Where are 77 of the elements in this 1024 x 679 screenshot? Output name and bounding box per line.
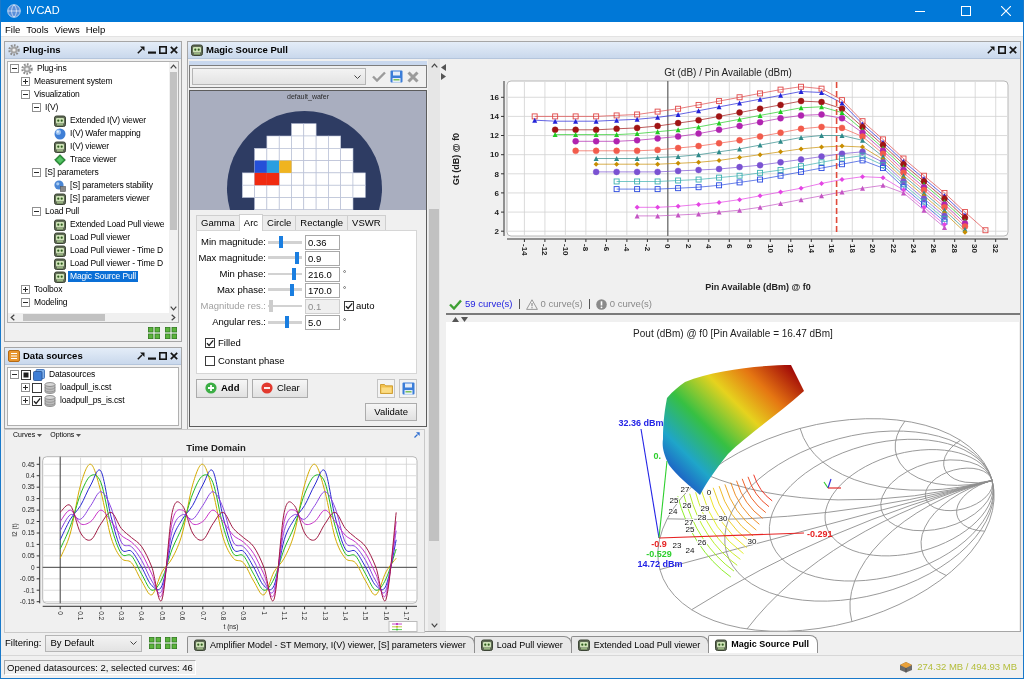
contour-label: 30 bbox=[718, 514, 728, 523]
contour-label: 24 bbox=[668, 507, 678, 516]
tick-label: 14 bbox=[806, 244, 816, 253]
field-label: Min magnitude: bbox=[200, 236, 266, 248]
tick-label: 18 bbox=[847, 244, 857, 253]
tick-label: -2 bbox=[642, 244, 652, 252]
field-label: Max magnitude: bbox=[197, 252, 266, 264]
field-label: Angular res.: bbox=[211, 316, 266, 328]
tick-label: -14 bbox=[519, 244, 529, 256]
contour-label: 25 bbox=[685, 525, 695, 534]
memory-usage: 274.32 MB / 494.93 MB bbox=[917, 661, 1017, 673]
axis-value-label: -0.9 bbox=[651, 539, 667, 549]
axis-value-label: 0. bbox=[653, 451, 661, 461]
tick-label: 4 bbox=[704, 244, 713, 249]
tick-label: 4 bbox=[494, 207, 499, 217]
tick-label: 12 bbox=[786, 244, 795, 253]
axis-value-label: 32.36 dBm bbox=[618, 418, 664, 428]
axis-value-label: -0.291 bbox=[807, 529, 833, 539]
tick-label: 28 bbox=[949, 244, 959, 253]
contour-label: 27 bbox=[684, 518, 694, 527]
status-message: Opened datasources: 2, selected curves: 46 bbox=[4, 659, 196, 675]
contour-label: 30 bbox=[747, 537, 757, 546]
axis-value-label: 14.72 dBm bbox=[637, 559, 683, 569]
field-label: Max phase: bbox=[215, 284, 266, 296]
tick-label: 0 bbox=[663, 244, 673, 249]
tick-label: 6 bbox=[494, 188, 499, 198]
checkbox-label: auto bbox=[356, 300, 375, 312]
contour-label: 23 bbox=[672, 541, 682, 550]
contour-label: 24 bbox=[685, 546, 695, 555]
field-label: Min phase: bbox=[218, 268, 266, 280]
tick-label: 30 bbox=[970, 244, 980, 253]
tick-label: 26 bbox=[929, 244, 939, 253]
tick-label: 16 bbox=[490, 93, 499, 103]
contour-label: 28 bbox=[697, 513, 707, 522]
tick-label: 16 bbox=[827, 244, 836, 253]
chart-title: Time Domain bbox=[186, 442, 246, 453]
tick-label: 20 bbox=[868, 244, 877, 253]
panel-title: Plug-ins bbox=[23, 44, 62, 56]
tick-label: -6 bbox=[601, 244, 611, 252]
tick-label: 10 bbox=[490, 150, 499, 160]
contour-label: 29 bbox=[700, 504, 710, 513]
axis-value-label: -0.529 bbox=[646, 549, 672, 559]
tick-label: 14 bbox=[490, 112, 499, 122]
axis-title: Pin Available (dBm) @ f0 bbox=[705, 282, 811, 292]
tick-label: 10 bbox=[765, 244, 775, 253]
unit-label: ° bbox=[343, 285, 347, 295]
checkbox-label: Filled bbox=[218, 337, 241, 349]
filter-label: Filtering: bbox=[5, 637, 42, 649]
tick-label: 24 bbox=[908, 244, 918, 253]
unit-label: ° bbox=[343, 269, 347, 279]
contour-label: 27 bbox=[680, 485, 690, 494]
tick-label: -8 bbox=[581, 244, 591, 252]
tick-label: -10 bbox=[560, 244, 570, 256]
tick-label: 2 bbox=[683, 244, 693, 249]
contour-label: 26 bbox=[682, 501, 692, 510]
contour-label: 25 bbox=[669, 496, 679, 505]
window-title: IVCAD bbox=[26, 4, 60, 18]
panel-title: Magic Source Pull bbox=[206, 44, 289, 56]
axis-title: Gt (dB) @ f0 bbox=[451, 132, 461, 186]
checkbox-label: Constant phase bbox=[218, 355, 285, 367]
tick-label: 32 bbox=[990, 244, 1000, 253]
contour-label: 0 bbox=[706, 488, 712, 497]
field-label: Magnitude res.: bbox=[199, 300, 266, 312]
tick-label: 12 bbox=[490, 131, 499, 141]
tick-label: 6 bbox=[724, 244, 734, 249]
contour-label: 26 bbox=[697, 538, 707, 547]
tick-label: -4 bbox=[622, 244, 632, 252]
tick-label: 8 bbox=[494, 169, 499, 179]
unit-label: ° bbox=[343, 317, 347, 327]
panel-title: Data sources bbox=[23, 350, 84, 362]
tick-label: 8 bbox=[745, 244, 754, 249]
chart-title: Gt (dB) / Pin Available (dBm) bbox=[664, 67, 792, 78]
text-field: 0.1 bbox=[305, 298, 340, 314]
tick-label: -12 bbox=[540, 244, 550, 256]
tick-label: 2 bbox=[494, 227, 499, 236]
chart-title: Pout (dBm) @ f0 [Pin Available = 16.47 dBm] bbox=[633, 328, 833, 339]
tick-label: 22 bbox=[888, 244, 898, 253]
